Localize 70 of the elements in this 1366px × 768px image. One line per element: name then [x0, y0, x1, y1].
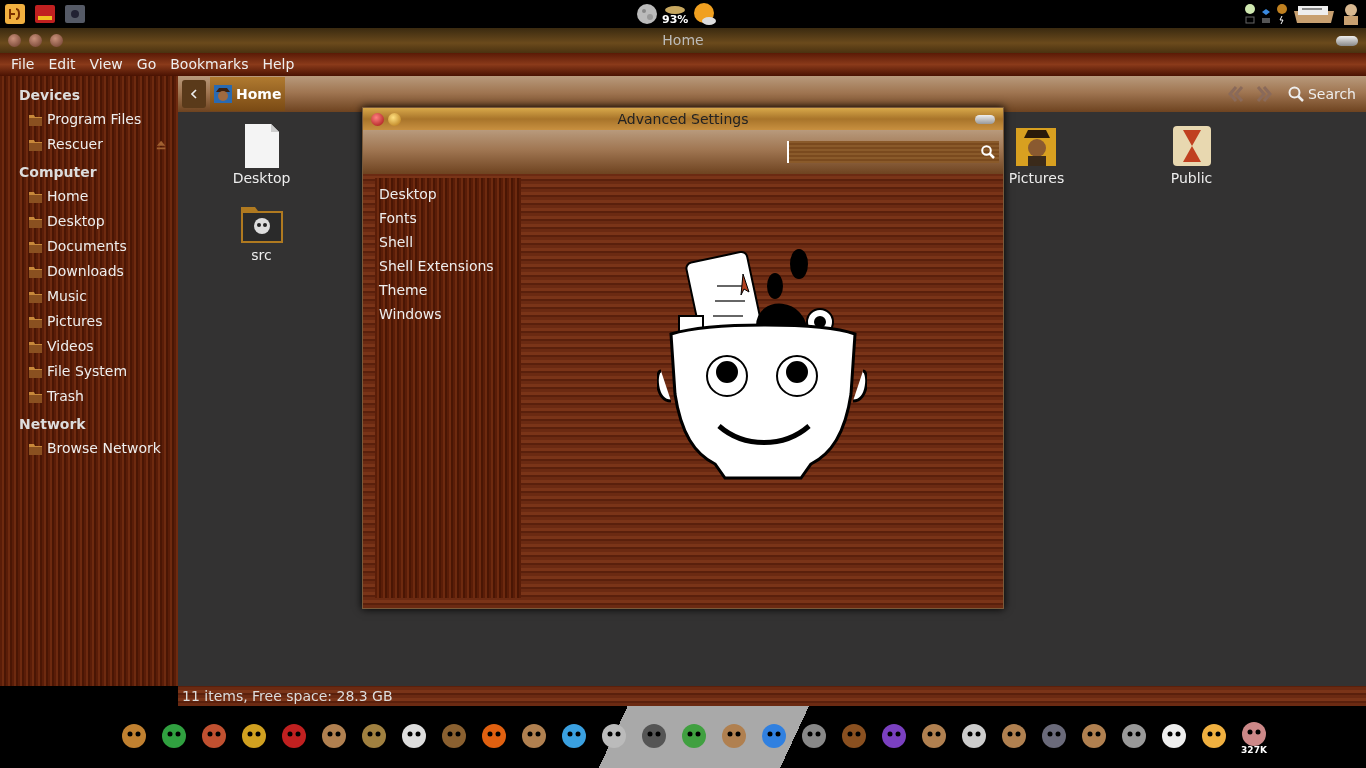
file-name[interactable]: Pictures: [1008, 168, 1065, 189]
folder-icon: [28, 339, 43, 354]
menu-item[interactable]: Edit: [41, 54, 83, 75]
category-item[interactable]: Desktop: [375, 183, 521, 206]
folder-icon: [28, 441, 43, 456]
sidebar-item[interactable]: Music: [0, 284, 178, 309]
chevron-left-icon: [191, 89, 197, 99]
category-item[interactable]: Windows: [375, 303, 521, 326]
folder-icon: [28, 264, 43, 279]
folder-icon: [28, 214, 43, 229]
search-icon: [1287, 86, 1304, 102]
file-name[interactable]: Public: [1170, 168, 1213, 189]
file-name[interactable]: src: [251, 245, 272, 266]
restore-button[interactable]: [1336, 35, 1358, 46]
folder-icon: [28, 239, 43, 254]
menu-item[interactable]: File: [4, 54, 42, 75]
cloud-icon[interactable]: [664, 3, 687, 14]
sidebar-item[interactable]: Program Files: [0, 107, 178, 132]
category-item[interactable]: Shell: [375, 231, 521, 254]
minimize-button[interactable]: [29, 34, 42, 47]
back-button[interactable]: [182, 80, 206, 108]
category-item[interactable]: Fonts: [375, 207, 521, 230]
breadcrumb-button[interactable]: Home: [210, 77, 286, 111]
menu-item[interactable]: Go: [129, 54, 164, 75]
search-icon: [981, 145, 995, 159]
sidebar-item[interactable]: Browse Network: [0, 436, 178, 461]
sidebar-item[interactable]: Videos: [0, 334, 178, 359]
sidebar-heading: Network: [18, 415, 87, 434]
sidebar-heading: Computer: [18, 163, 98, 182]
maximize-button[interactable]: [975, 114, 995, 124]
status-text: 11 items, Free space: 28.3 GB: [182, 686, 393, 706]
battery-reading: 93%: [662, 13, 689, 25]
category-item[interactable]: Shell Extensions: [375, 255, 521, 278]
sidebar-item[interactable]: File System: [0, 359, 178, 384]
folder-icon: [28, 112, 43, 127]
folder-icon: [28, 189, 43, 204]
sidebar-item[interactable]: Pictures: [0, 309, 178, 334]
sidebar-item[interactable]: Downloads: [0, 259, 178, 284]
menu-item[interactable]: Help: [255, 54, 302, 75]
folder-icon: [28, 314, 43, 329]
moon-icon[interactable]: [636, 3, 658, 25]
sidebar-heading: Devices: [18, 86, 82, 105]
download-count: 327K: [1241, 745, 1267, 755]
sidebar-item[interactable]: Documents: [0, 234, 178, 259]
pirate-icon: [214, 85, 232, 103]
dialog-title: Advanced Settings: [617, 109, 749, 129]
menu-item[interactable]: Bookmarks: [163, 54, 256, 75]
app-icon[interactable]: [4, 3, 26, 25]
folder-icon: [28, 364, 43, 379]
dock-app-button[interactable]: 327K: [1236, 719, 1272, 755]
file-name[interactable]: Desktop: [232, 168, 291, 189]
sidebar-item[interactable]: Desktop: [0, 209, 178, 234]
sidebar-item[interactable]: Home: [0, 184, 178, 209]
menu-item[interactable]: View: [82, 54, 130, 75]
window-title: Home: [662, 31, 704, 50]
folder-icon: [28, 389, 43, 404]
search-button[interactable]: Search: [1281, 82, 1362, 106]
eject-icon[interactable]: [155, 138, 166, 151]
power-icon[interactable]: [1276, 3, 1288, 25]
search-field[interactable]: [787, 141, 999, 163]
chat-icon[interactable]: [1244, 3, 1256, 25]
category-item[interactable]: Theme: [375, 279, 521, 302]
close-button[interactable]: [8, 34, 21, 47]
maximize-button[interactable]: [50, 34, 63, 47]
weather-icon[interactable]: [692, 2, 719, 26]
folder-icon: [28, 137, 43, 152]
app-icon[interactable]: [34, 3, 56, 25]
sidebar-item[interactable]: Rescuer: [0, 132, 156, 157]
sidebar-item[interactable]: Trash: [0, 384, 178, 409]
folder-icon: [28, 289, 43, 304]
